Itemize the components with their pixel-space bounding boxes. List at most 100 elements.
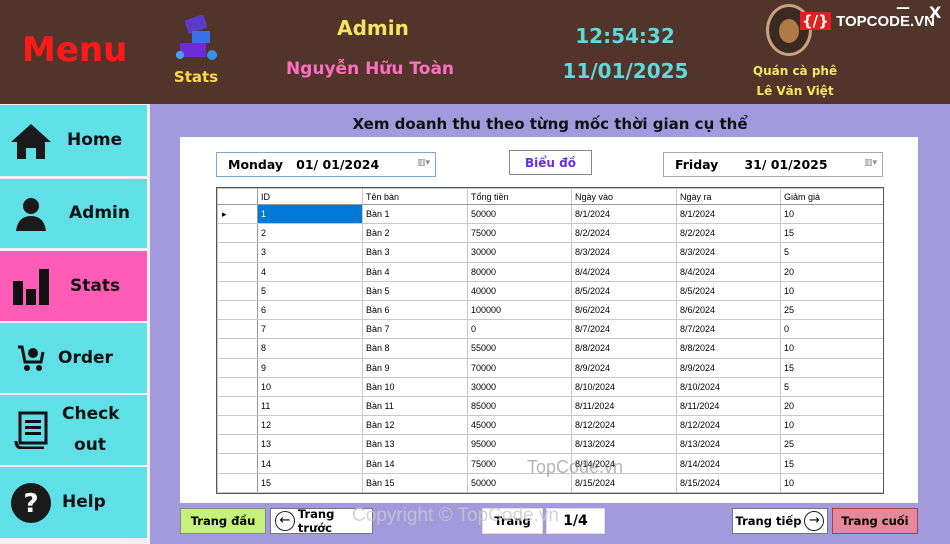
minimize-button[interactable]: —	[896, 0, 910, 16]
table-cell[interactable]: 8/11/2024	[571, 395, 677, 417]
sidebar-item-home[interactable]: Home	[0, 105, 147, 176]
row-header[interactable]	[217, 415, 258, 436]
table-cell[interactable]: 8/9/2024	[676, 357, 781, 378]
table-cell[interactable]: 50000	[467, 203, 572, 225]
table-cell[interactable]: Bàn 1	[362, 203, 468, 225]
table-cell[interactable]: 10	[780, 338, 883, 359]
table-cell[interactable]: 8/10/2024	[571, 376, 677, 397]
table-cell[interactable]: 85000	[467, 395, 572, 417]
table-cell[interactable]: 14	[257, 453, 363, 474]
row-header[interactable]	[217, 376, 258, 397]
column-header[interactable]: ID	[257, 188, 363, 205]
table-cell[interactable]: 8/3/2024	[571, 242, 677, 263]
table-cell[interactable]: 8/5/2024	[571, 280, 677, 301]
table-cell[interactable]: 13	[257, 434, 363, 455]
row-header[interactable]	[217, 299, 258, 321]
table-row[interactable]: 7 Bàn 7 0 8/7/2024 8/7/2024 0	[217, 319, 883, 340]
from-date-picker[interactable]: Monday 01/ 01/2024 ▥▾	[216, 152, 436, 177]
revenue-table[interactable]: ID Tên bàn Tổng tiền Ngày vào Ngày ra Giảm gi…	[216, 187, 884, 494]
table-cell[interactable]: Bàn 15	[362, 472, 468, 493]
table-cell[interactable]: 10	[780, 203, 883, 225]
table-cell[interactable]: 8/2/2024	[571, 223, 677, 244]
sidebar-item-stats[interactable]: Stats	[0, 251, 147, 321]
table-row[interactable]: 9 Bàn 9 70000 8/9/2024 8/9/2024 15	[217, 357, 883, 378]
sidebar-item-order[interactable]: Order	[0, 323, 147, 393]
table-cell[interactable]: 9	[257, 357, 363, 378]
table-cell[interactable]: 15	[780, 223, 883, 244]
row-header[interactable]	[217, 357, 258, 378]
table-cell[interactable]: 4	[257, 261, 363, 282]
column-header[interactable]: Tên bàn	[362, 188, 468, 205]
row-header[interactable]	[217, 280, 258, 301]
table-cell[interactable]: 5	[780, 242, 883, 263]
table-cell[interactable]: 20	[780, 261, 883, 282]
table-row[interactable]: 10 Bàn 10 30000 8/10/2024 8/10/2024 5	[217, 376, 883, 397]
table-cell[interactable]: 100000	[467, 299, 572, 321]
column-header[interactable]: Tổng tiền	[467, 188, 572, 205]
table-cell[interactable]: Bàn 14	[362, 453, 468, 474]
table-row[interactable]: 13 Bàn 13 95000 8/13/2024 8/13/2024 25	[217, 434, 883, 455]
row-header[interactable]	[217, 395, 258, 417]
table-cell[interactable]: 25	[780, 299, 883, 321]
table-cell[interactable]: 8/12/2024	[571, 415, 677, 436]
table-cell[interactable]: 0	[780, 319, 883, 340]
table-cell[interactable]: Bàn 11	[362, 395, 468, 417]
table-cell[interactable]: 10	[780, 280, 883, 301]
table-cell[interactable]: 75000	[467, 223, 572, 244]
table-cell[interactable]: 8/3/2024	[676, 242, 781, 263]
table-cell[interactable]: 8/8/2024	[571, 338, 677, 359]
table-cell[interactable]: 10	[780, 472, 883, 493]
table-row[interactable]: 11 Bàn 11 85000 8/11/2024 8/11/2024 20	[217, 395, 883, 417]
to-date-picker[interactable]: Friday 31/ 01/2025 ▥▾	[663, 152, 883, 177]
table-row[interactable]: 3 Bàn 3 30000 8/3/2024 8/3/2024 5	[217, 242, 883, 263]
table-cell[interactable]: 8/6/2024	[676, 299, 781, 321]
sidebar-item-help[interactable]: ? Help	[0, 467, 147, 538]
row-header[interactable]	[217, 434, 258, 455]
table-row[interactable]: 12 Bàn 12 45000 8/12/2024 8/12/2024 10	[217, 415, 883, 436]
table-cell[interactable]: 5	[780, 376, 883, 397]
table-cell[interactable]: Bàn 6	[362, 299, 468, 321]
sidebar-item-admin[interactable]: Admin	[0, 179, 147, 248]
table-cell[interactable]: 80000	[467, 261, 572, 282]
table-cell[interactable]: 10	[257, 376, 363, 397]
table-row[interactable]: 6 Bàn 6 100000 8/6/2024 8/6/2024 25	[217, 299, 883, 321]
table-cell[interactable]: 15	[780, 357, 883, 378]
table-cell[interactable]: 1	[257, 203, 363, 225]
table-cell[interactable]: 5	[257, 280, 363, 301]
table-cell[interactable]: Bàn 12	[362, 415, 468, 436]
row-header[interactable]	[217, 338, 258, 359]
table-cell[interactable]: 15	[257, 472, 363, 493]
table-cell[interactable]: 12	[257, 415, 363, 436]
table-cell[interactable]: 8/5/2024	[676, 280, 781, 301]
table-cell[interactable]: Bàn 5	[362, 280, 468, 301]
table-cell[interactable]: 8/4/2024	[676, 261, 781, 282]
row-header[interactable]	[217, 453, 258, 474]
calendar-dropdown-icon[interactable]: ▥▾	[417, 158, 431, 170]
sidebar-item-checkout[interactable]: Check out	[0, 395, 147, 465]
table-row[interactable]: 5 Bàn 5 40000 8/5/2024 8/5/2024 10	[217, 280, 883, 301]
table-cell[interactable]: 8/12/2024	[676, 415, 781, 436]
table-cell[interactable]: 8/9/2024	[571, 357, 677, 378]
table-cell[interactable]: Bàn 9	[362, 357, 468, 378]
table-cell[interactable]: Bàn 4	[362, 261, 468, 282]
column-header[interactable]: Ngày ra	[676, 188, 781, 205]
table-cell[interactable]: 8/10/2024	[676, 376, 781, 397]
table-cell[interactable]: 70000	[467, 357, 572, 378]
table-row[interactable]: 4 Bàn 4 80000 8/4/2024 8/4/2024 20	[217, 261, 883, 282]
table-cell[interactable]: 8/11/2024	[676, 395, 781, 417]
table-cell[interactable]: 45000	[467, 415, 572, 436]
table-cell[interactable]: 25	[780, 434, 883, 455]
table-cell[interactable]: 15	[780, 453, 883, 474]
table-cell[interactable]: 10	[780, 415, 883, 436]
table-cell[interactable]: 0	[467, 319, 572, 340]
first-page-button[interactable]: Trang đầu	[180, 508, 266, 534]
table-cell[interactable]: 6	[257, 299, 363, 321]
table-cell[interactable]: 55000	[467, 338, 572, 359]
next-page-button[interactable]: Trang tiếp →	[732, 508, 828, 534]
last-page-button[interactable]: Trang cuối	[832, 508, 918, 534]
row-header[interactable]	[217, 261, 258, 282]
row-header[interactable]	[217, 472, 258, 493]
table-cell[interactable]: 8/1/2024	[571, 203, 677, 225]
table-row[interactable]: ▸ 1 Bàn 1 50000 8/1/2024 8/1/2024 10	[217, 203, 883, 225]
table-cell[interactable]: 8	[257, 338, 363, 359]
